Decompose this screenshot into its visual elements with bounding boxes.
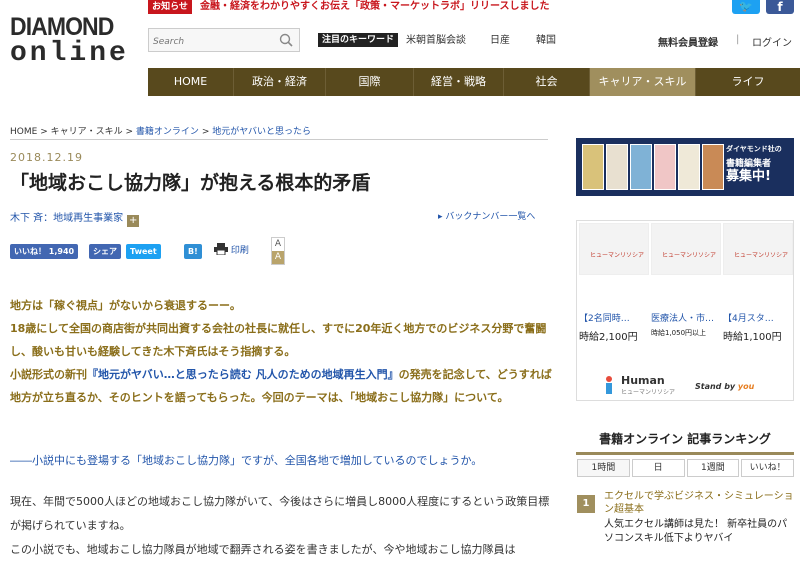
tab-hour[interactable]: 1時間 bbox=[577, 459, 630, 477]
twitter-icon[interactable]: 🐦 bbox=[732, 0, 760, 14]
ad-image: ヒューマンリソシア bbox=[723, 223, 793, 275]
nav-item-international[interactable]: 国際 bbox=[326, 68, 414, 96]
breadcrumb: HOME > キャリア・スキル > 書籍オンライン > 地元がヤバいと思ったら bbox=[10, 127, 312, 137]
font-large-button[interactable]: A bbox=[272, 251, 284, 264]
ad-card[interactable]: ヒューマンリソシア 医療法人・市… 時給1,050円以上 bbox=[651, 223, 721, 353]
keyword-link[interactable]: 米朝首脳会談 bbox=[406, 34, 466, 47]
tweet-button[interactable]: Tweet bbox=[126, 244, 161, 259]
facebook-share-button[interactable]: シェア bbox=[89, 244, 121, 259]
login-link[interactable]: ログイン bbox=[752, 34, 792, 49]
facebook-icon[interactable]: f bbox=[766, 0, 794, 14]
author: 木下 斉：地域再生事業家 + bbox=[10, 209, 140, 227]
back-number-link[interactable]: ▸ バックナンバー一覧へ bbox=[438, 209, 535, 222]
nav-item-management[interactable]: 経営・戦略 bbox=[414, 68, 504, 96]
breadcrumb-home[interactable]: HOME bbox=[10, 127, 37, 137]
tab-day[interactable]: 日 bbox=[631, 459, 685, 477]
tab-likes[interactable]: いいね！ bbox=[741, 459, 794, 477]
follow-plus-icon[interactable]: + bbox=[127, 215, 140, 227]
search-box bbox=[148, 28, 300, 53]
rank-number: 1 bbox=[577, 495, 595, 513]
rank-category[interactable]: エクセルで学ぶビジネス・シミュレーション超基本 bbox=[604, 490, 794, 516]
keyword-link[interactable]: 韓国 bbox=[536, 34, 556, 47]
nav-item-society[interactable]: 社会 bbox=[504, 68, 590, 96]
divider bbox=[576, 452, 794, 455]
ad-tagline: Stand by you bbox=[695, 382, 755, 391]
divider bbox=[10, 139, 548, 140]
search-icon[interactable] bbox=[279, 33, 293, 47]
font-small-button[interactable]: A bbox=[272, 238, 284, 251]
article-body: 現在、年間で5000人ほどの地域おこし協力隊がいて、今後はさらに増員し8000人… bbox=[10, 495, 550, 556]
nav-item-home[interactable]: HOME bbox=[148, 68, 234, 96]
printer-icon bbox=[214, 243, 228, 256]
nav-item-politics[interactable]: 政治・経済 bbox=[234, 68, 326, 96]
divider: | bbox=[736, 34, 740, 45]
ad-logo[interactable]: Human ヒューマンリソシア bbox=[621, 374, 675, 396]
ad-image: ヒューマンリソシア bbox=[651, 223, 721, 275]
register-link[interactable]: 無料会員登録 bbox=[658, 34, 718, 49]
main-nav: HOME 政治・経済 国際 経営・戦略 社会 キャリア・スキル ライフ bbox=[148, 68, 800, 96]
keyword-link[interactable]: 日産 bbox=[490, 34, 510, 47]
keyword-label: 注目のキーワード bbox=[318, 33, 399, 47]
job-ad: ヒューマンリソシア 【2名同時… 時給2,100円 ヒューマンリソシア 医療法人… bbox=[576, 220, 794, 401]
nav-item-career[interactable]: キャリア・スキル bbox=[590, 68, 696, 96]
breadcrumb-career[interactable]: キャリア・スキル bbox=[51, 127, 123, 137]
ranking-tabs: 1時間 日 1週間 いいね！ bbox=[577, 459, 794, 477]
notice-badge: お知らせ bbox=[148, 0, 192, 14]
nav-item-life[interactable]: ライフ bbox=[696, 68, 800, 96]
print-button[interactable]: 印刷 bbox=[214, 243, 249, 256]
facebook-like-button[interactable]: いいね！ 1,940 bbox=[10, 244, 79, 259]
tab-week[interactable]: 1週間 bbox=[686, 459, 740, 477]
recruit-banner[interactable]: ダイヤモンド社の 書籍編集者 募集中! bbox=[576, 138, 794, 196]
interview-question: ――小説中にも登場する「地域おこし協力隊」ですが、全国各地で増加しているのでしょ… bbox=[10, 454, 483, 467]
breadcrumb-books[interactable]: 書籍オンライン bbox=[136, 127, 199, 137]
ranking-title: 書籍オンライン 記事ランキング bbox=[599, 432, 771, 446]
author-link[interactable]: 木下 斉：地域再生事業家 bbox=[10, 213, 123, 224]
article-date: 2018.12.19 bbox=[10, 151, 83, 164]
article-lead: 地方は「稼ぐ視点」がないから衰退するーー。 18歳にして全国の商店街が共同出資す… bbox=[10, 299, 552, 404]
site-logo[interactable]: DIAMOND online bbox=[10, 14, 132, 70]
font-size-toggle: A A bbox=[271, 237, 285, 265]
article-title: 「地域おこし協力隊」が抱える根本的矛盾 bbox=[10, 172, 371, 194]
hatena-button[interactable]: B! bbox=[184, 244, 202, 259]
rank-article-link[interactable]: 人気エクセル講師は見た！ 新卒社員のパソコンスキル低下よりヤバイ bbox=[604, 518, 794, 546]
ad-card[interactable]: ヒューマンリソシア 【2名同時… 時給2,100円 bbox=[579, 223, 649, 353]
notice-link[interactable]: 金融・経済をわかりやすくお伝え「政策・マーケットラボ」リリースしました bbox=[200, 0, 550, 13]
book-link[interactable]: 『地元がヤバい…と思ったら読む 凡人のための地域再生入門』 bbox=[87, 368, 399, 381]
ad-card[interactable]: ヒューマンリソシア 【4月スタ… 時給1,100円 bbox=[723, 223, 793, 353]
search-input[interactable] bbox=[149, 31, 269, 53]
breadcrumb-series[interactable]: 地元がヤバいと思ったら bbox=[212, 127, 311, 137]
human-logo-icon bbox=[606, 376, 612, 394]
ad-image: ヒューマンリソシア bbox=[579, 223, 649, 275]
